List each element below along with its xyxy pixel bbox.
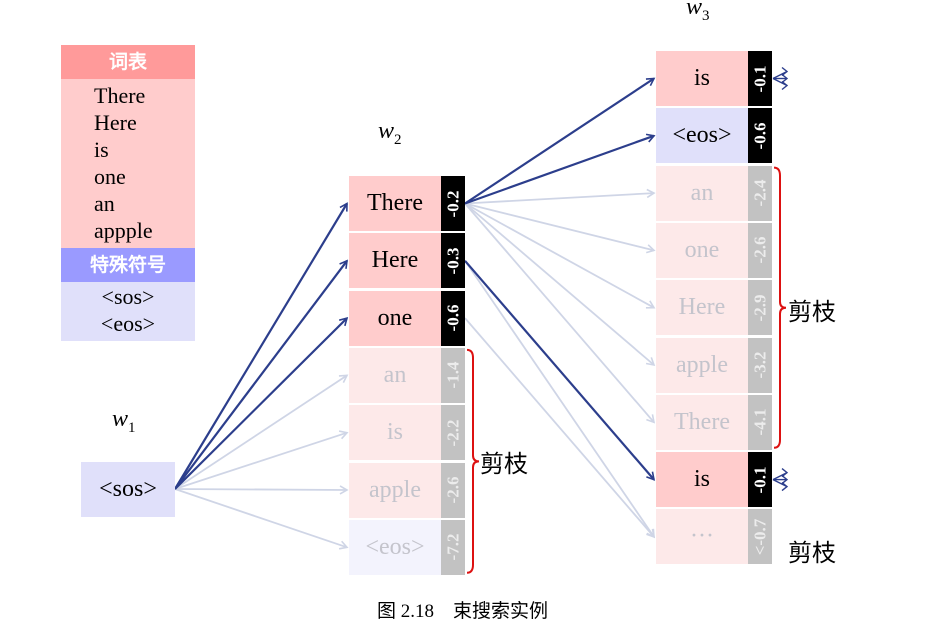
prune-brace-layer2	[466, 348, 480, 574]
layer3-score: -4.1	[748, 394, 772, 450]
step-label-w2: w2	[378, 118, 402, 149]
step-label-w1: w1	[112, 406, 136, 437]
beam-edge-active	[464, 77, 656, 205]
prune-label-layer3-bottom: 剪枝	[788, 541, 836, 567]
prune-brace-layer3	[773, 166, 787, 449]
special-symbol: <sos>	[101, 284, 155, 309]
prune-label-layer3: 剪枝	[788, 300, 836, 326]
layer3-node: is	[656, 51, 748, 106]
layer3-node: apple	[656, 337, 748, 393]
layer2-node: an	[349, 347, 441, 403]
layer3-score: -2.6	[748, 222, 772, 278]
beam-edge-active	[174, 316, 349, 490]
beam-edge-active	[174, 259, 348, 490]
prune-label-layer2: 剪枝	[480, 452, 528, 478]
continuation-arrowhead	[781, 80, 789, 91]
layer3-node: an	[656, 165, 748, 221]
beam-edge-pruned	[464, 202, 656, 424]
vocab-word: one	[94, 164, 126, 189]
beam-edge-active	[464, 133, 656, 205]
layer2-node: Here	[349, 233, 441, 289]
vocab-word: an	[94, 191, 115, 216]
layer3-score: -0.1	[748, 452, 772, 508]
beam-edge-pruned	[464, 317, 656, 539]
step-label-w2-letter: w	[378, 118, 395, 144]
layer3-node: ···	[656, 509, 748, 565]
beam-edge-pruned	[174, 485, 349, 495]
layer2-node: one	[349, 290, 441, 346]
layer2-score: -0.3	[441, 233, 465, 289]
beam-edge-active	[174, 202, 348, 490]
layer3-score: <-0.7	[748, 509, 772, 565]
vocab-title: 词表	[61, 45, 195, 79]
layer3-score: -3.2	[748, 337, 772, 393]
beam-edge-pruned	[174, 488, 349, 550]
step-label-w3-index: 3	[702, 7, 710, 24]
layer2-score: -2.6	[441, 462, 465, 518]
layer2-score: -7.2	[441, 519, 465, 575]
layer2-score: -1.4	[441, 347, 465, 403]
step-label-w2-index: 2	[394, 131, 402, 148]
special-symbols-list: <sos> <eos>	[61, 282, 195, 341]
step-label-w3: w3	[686, 0, 710, 25]
special-symbol: <eos>	[100, 311, 156, 336]
layer3-node: <eos>	[656, 108, 748, 164]
layer3-node: Here	[656, 280, 748, 336]
layer2-score: -2.2	[441, 405, 465, 461]
start-node-sos: <sos>	[81, 462, 175, 517]
layer3-node: one	[656, 222, 748, 278]
layer3-score: -2.9	[748, 280, 772, 336]
layer2-score: -0.6	[441, 290, 465, 346]
vocab-word: is	[94, 137, 109, 162]
vocab-word: Here	[94, 110, 137, 135]
vocab-word: appple	[94, 218, 153, 243]
step-label-w1-index: 1	[128, 419, 136, 436]
layer3-score: -0.6	[748, 108, 772, 164]
layer2-node: is	[349, 405, 441, 461]
layer2-node: There	[349, 176, 441, 231]
step-label-w1-letter: w	[112, 406, 129, 432]
vocab-word: There	[94, 83, 146, 108]
beam-edge-pruned	[174, 374, 349, 490]
continuation-arrowhead	[781, 482, 789, 492]
layer3-score: -0.1	[748, 51, 772, 106]
beam-edge-pruned	[464, 188, 656, 205]
layer3-node: There	[656, 394, 748, 450]
beam-edge-pruned	[174, 430, 349, 490]
vocab-word-list: There Here is one an appple	[61, 79, 195, 248]
layer2-node: apple	[349, 462, 441, 518]
figure-caption: 图 2.18 束搜索实例	[376, 601, 548, 622]
vocabulary-panel: 词表 There Here is one an appple 特殊符号 <sos…	[61, 45, 195, 341]
special-symbols-title: 特殊符号	[61, 248, 195, 282]
layer2-score: -0.2	[441, 176, 465, 231]
layer2-node: <eos>	[349, 519, 441, 575]
step-label-w3-letter: w	[686, 0, 703, 20]
layer3-score: -2.4	[748, 165, 772, 221]
beam-edge-pruned	[464, 260, 655, 539]
layer3-node: is	[656, 452, 748, 508]
